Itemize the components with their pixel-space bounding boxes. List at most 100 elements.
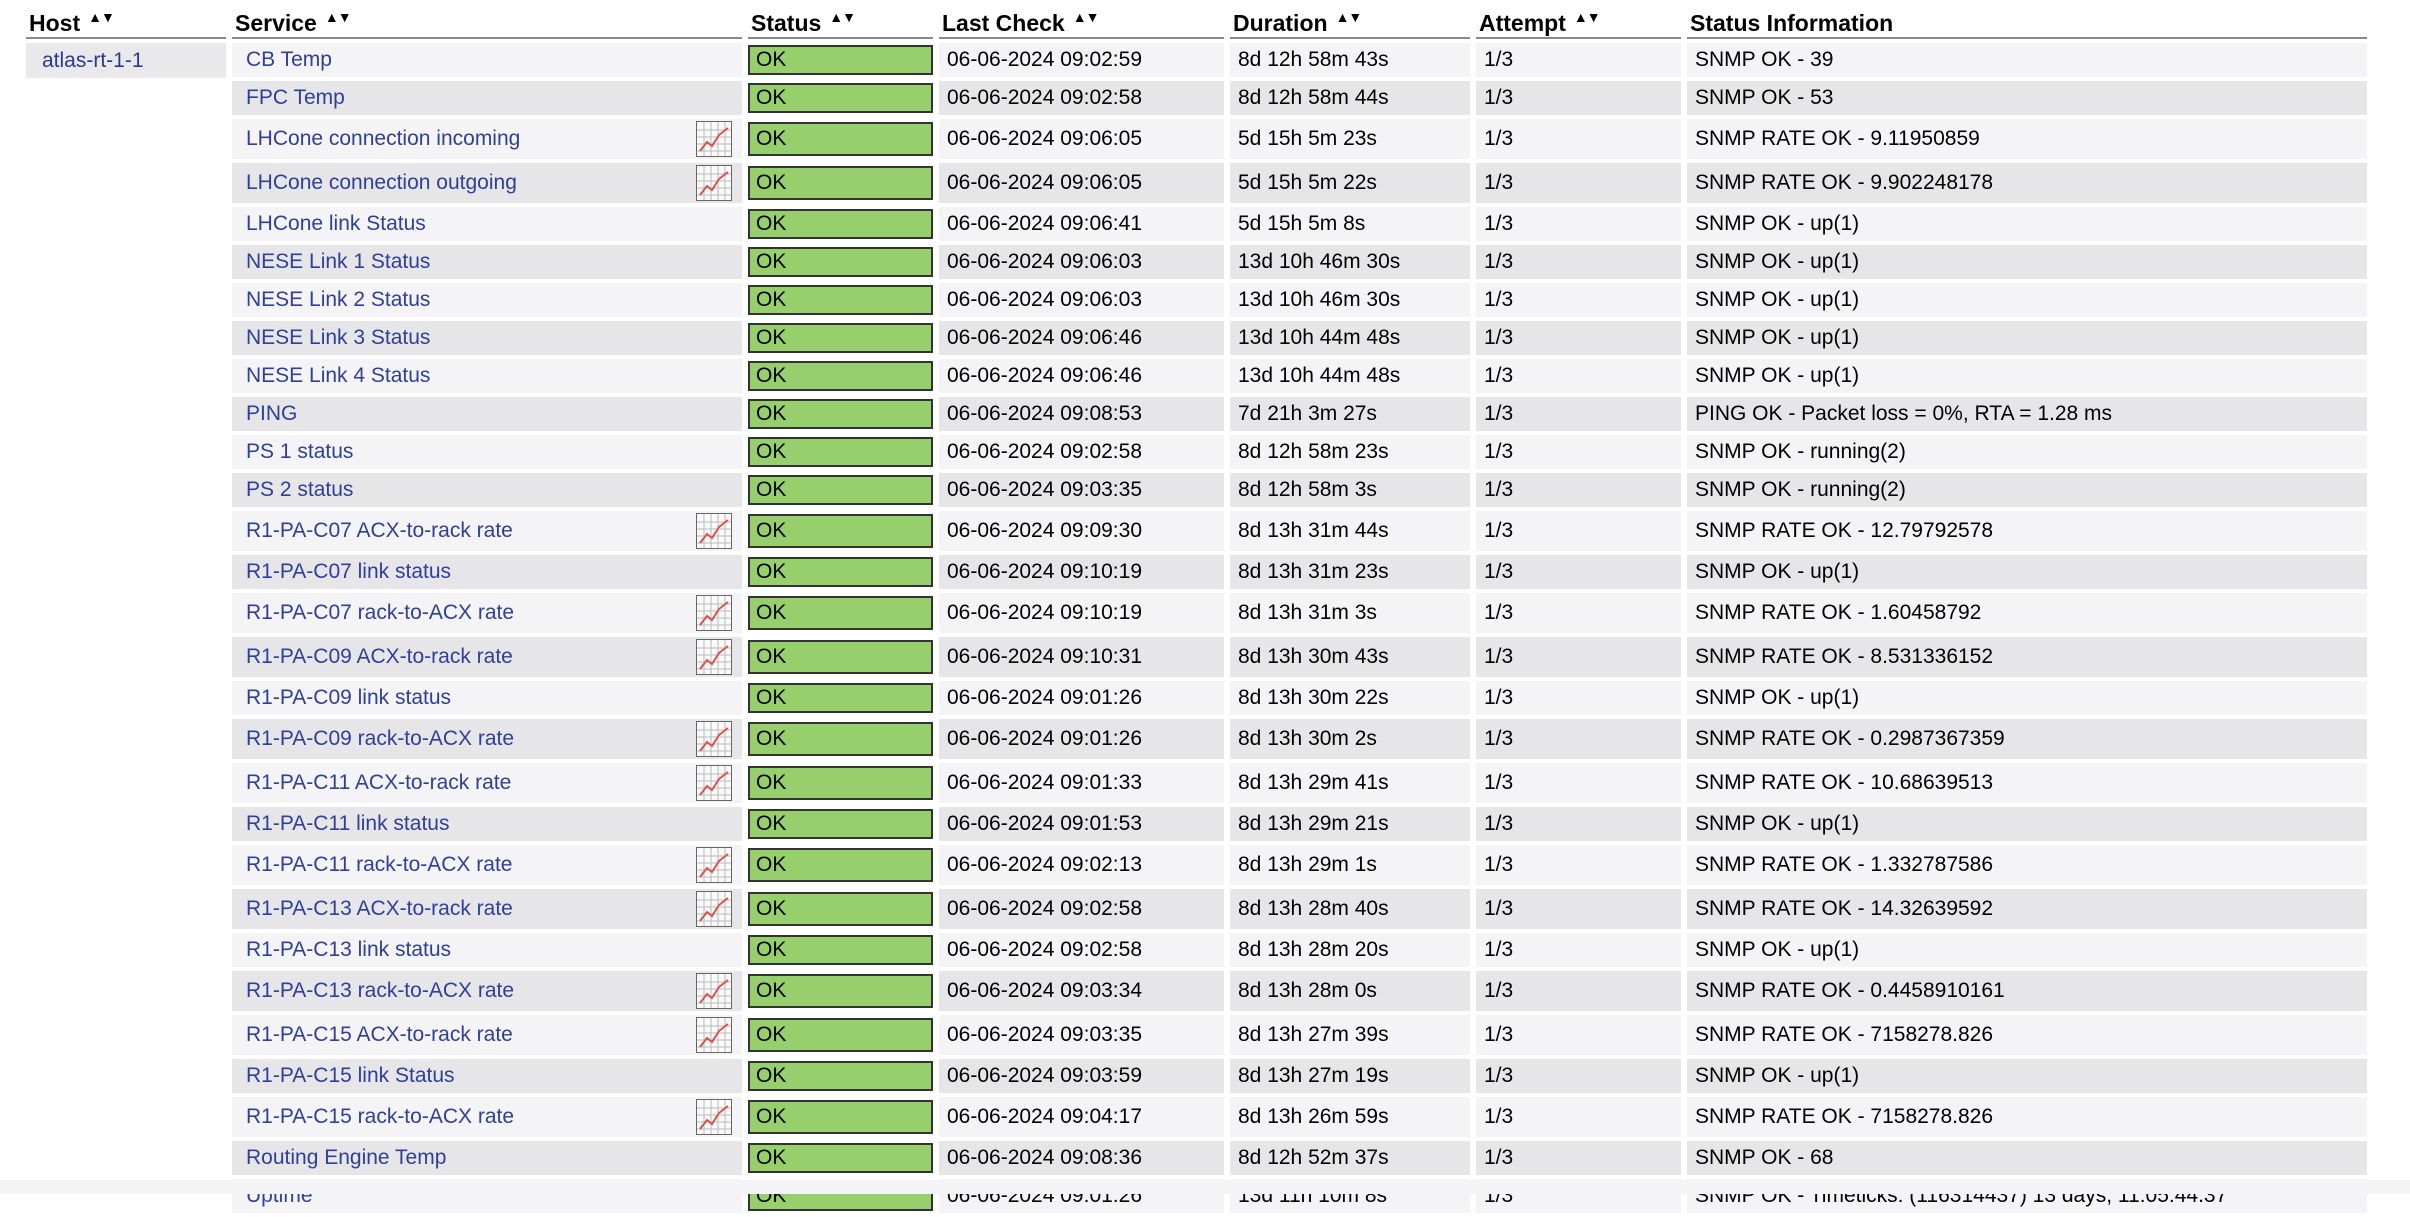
service-link[interactable]: R1-PA-C15 rack-to-ACX rate	[246, 1105, 514, 1128]
last-check-cell: 06-06-2024 09:06:03	[939, 283, 1224, 317]
service-link[interactable]: R1-PA-C13 link status	[246, 938, 451, 961]
duration-cell: 8d 13h 31m 44s	[1230, 511, 1470, 551]
service-link[interactable]: R1-PA-C11 ACX-to-rack rate	[246, 771, 511, 794]
down-arrow-icon[interactable]: ▼	[101, 10, 115, 24]
status-badge: OK	[748, 848, 933, 882]
last-check-cell: 06-06-2024 09:10:31	[939, 637, 1224, 677]
service-link[interactable]: R1-PA-C13 rack-to-ACX rate	[246, 979, 514, 1002]
service-link[interactable]: NESE Link 1 Status	[246, 250, 430, 273]
column-header-service[interactable]: Service ▲▼	[232, 10, 742, 39]
status-information-cell: PING OK - Packet loss = 0%, RTA = 1.28 m…	[1687, 397, 2367, 431]
down-arrow-icon[interactable]: ▼	[1086, 10, 1100, 24]
status-cell: OK	[748, 637, 933, 677]
service-link[interactable]: LHCone connection outgoing	[246, 171, 517, 194]
column-header-label: Service	[235, 10, 317, 36]
performance-graph-icon[interactable]	[696, 121, 732, 157]
column-header-last-check[interactable]: Last Check ▲▼	[939, 10, 1224, 39]
status-cell: OK	[748, 845, 933, 885]
column-header-attempt[interactable]: Attempt ▲▼	[1476, 10, 1681, 39]
attempt-cell: 1/3	[1476, 321, 1681, 355]
service-link[interactable]: R1-PA-C07 ACX-to-rack rate	[246, 519, 513, 542]
status-badge: OK	[748, 809, 933, 839]
performance-graph-icon[interactable]	[696, 891, 732, 927]
last-check-cell: 06-06-2024 09:02:58	[939, 889, 1224, 929]
down-arrow-icon[interactable]: ▼	[1587, 10, 1601, 24]
service-link[interactable]: R1-PA-C07 link status	[246, 560, 451, 583]
performance-graph-icon[interactable]	[696, 973, 732, 1009]
service-link[interactable]: R1-PA-C09 ACX-to-rack rate	[246, 645, 513, 668]
status-information-cell: SNMP OK - up(1)	[1687, 1059, 2367, 1093]
service-link[interactable]: PS 1 status	[246, 440, 353, 463]
status-information-cell: SNMP RATE OK - 9.902248178	[1687, 163, 2367, 203]
table-row: LHCone connection incoming OK 06-06-2024 0…	[26, 119, 2367, 159]
service-link[interactable]: R1-PA-C13 ACX-to-rack rate	[246, 897, 513, 920]
table-row: R1-PA-C09 link status OK 06-06-2024 09:01:…	[26, 681, 2367, 715]
up-arrow-icon[interactable]: ▲	[1574, 10, 1588, 24]
service-link[interactable]: LHCone connection incoming	[246, 127, 520, 150]
performance-graph-icon[interactable]	[696, 765, 732, 801]
host-link[interactable]: atlas-rt-1-1	[26, 43, 226, 78]
down-arrow-icon[interactable]: ▼	[1348, 10, 1362, 24]
performance-graph-icon[interactable]	[696, 1099, 732, 1135]
service-link[interactable]: PS 2 status	[246, 478, 353, 501]
attempt-cell: 1/3	[1476, 933, 1681, 967]
table-body: atlas-rt-1-1 CB Temp OK 06-06-2024 09:02:59…	[26, 43, 2367, 1213]
service-link[interactable]: R1-PA-C11 link status	[246, 812, 449, 835]
down-arrow-icon[interactable]: ▼	[338, 10, 352, 24]
service-link[interactable]: LHCone link Status	[246, 212, 426, 235]
attempt-cell: 1/3	[1476, 1097, 1681, 1137]
attempt-cell: 1/3	[1476, 81, 1681, 115]
service-cell: LHCone link Status	[232, 207, 742, 241]
status-information-cell: SNMP OK - up(1)	[1687, 321, 2367, 355]
up-arrow-icon[interactable]: ▲	[1073, 10, 1087, 24]
performance-graph-icon[interactable]	[696, 165, 732, 201]
service-link[interactable]: R1-PA-C15 link Status	[246, 1064, 455, 1087]
sort-controls: ▲▼	[1073, 10, 1100, 24]
service-cell: R1-PA-C07 ACX-to-rack rate	[232, 511, 742, 551]
up-arrow-icon[interactable]: ▲	[1336, 10, 1350, 24]
column-header-host[interactable]: Host ▲▼	[26, 10, 226, 39]
status-cell: OK	[748, 763, 933, 803]
service-link[interactable]: NESE Link 4 Status	[246, 364, 430, 387]
status-information-cell: SNMP OK - up(1)	[1687, 807, 2367, 841]
column-header-status[interactable]: Status ▲▼	[748, 10, 933, 39]
table-row: NESE Link 1 Status OK 06-06-2024 09:06:03 1…	[26, 245, 2367, 279]
duration-cell: 8d 13h 28m 0s	[1230, 971, 1470, 1011]
service-link[interactable]: R1-PA-C15 ACX-to-rack rate	[246, 1023, 513, 1046]
up-arrow-icon[interactable]: ▲	[88, 10, 102, 24]
performance-graph-icon[interactable]	[696, 639, 732, 675]
up-arrow-icon[interactable]: ▲	[325, 10, 339, 24]
service-link[interactable]: R1-PA-C09 link status	[246, 686, 451, 709]
down-arrow-icon[interactable]: ▼	[842, 10, 856, 24]
performance-graph-icon[interactable]	[696, 595, 732, 631]
performance-graph-icon[interactable]	[696, 513, 732, 549]
up-arrow-icon[interactable]: ▲	[829, 10, 843, 24]
status-cell: OK	[748, 163, 933, 203]
performance-graph-icon[interactable]	[696, 847, 732, 883]
service-link[interactable]: FPC Temp	[246, 86, 345, 109]
column-header-duration[interactable]: Duration ▲▼	[1230, 10, 1470, 39]
status-cell: OK	[748, 889, 933, 929]
attempt-cell: 1/3	[1476, 473, 1681, 507]
service-cell: LHCone connection outgoing	[232, 163, 742, 203]
service-link[interactable]: R1-PA-C09 rack-to-ACX rate	[246, 727, 514, 750]
performance-graph-icon[interactable]	[696, 721, 732, 757]
service-link[interactable]: R1-PA-C07 rack-to-ACX rate	[246, 601, 514, 624]
last-check-cell: 06-06-2024 09:01:33	[939, 763, 1224, 803]
table-row: R1-PA-C09 ACX-to-rack rate OK 06-06-2024 0…	[26, 637, 2367, 677]
performance-graph-icon[interactable]	[696, 1017, 732, 1053]
attempt-cell: 1/3	[1476, 889, 1681, 929]
service-link[interactable]: NESE Link 3 Status	[246, 326, 430, 349]
status-cell: OK	[748, 807, 933, 841]
attempt-cell: 1/3	[1476, 359, 1681, 393]
service-link[interactable]: NESE Link 2 Status	[246, 288, 430, 311]
last-check-cell: 06-06-2024 09:03:35	[939, 473, 1224, 507]
service-link[interactable]: CB Temp	[246, 48, 332, 71]
service-link[interactable]: Routing Engine Temp	[246, 1146, 446, 1169]
table-row: FPC Temp OK 06-06-2024 09:02:58 8d 12h 58m …	[26, 81, 2367, 115]
service-cell: R1-PA-C13 ACX-to-rack rate	[232, 889, 742, 929]
table-row: R1-PA-C07 rack-to-ACX rate OK 06-06-2024 0…	[26, 593, 2367, 633]
service-link[interactable]: PING	[246, 402, 297, 425]
service-link[interactable]: R1-PA-C11 rack-to-ACX rate	[246, 853, 512, 876]
table-row: LHCone connection outgoing OK 06-06-2024 0…	[26, 163, 2367, 203]
